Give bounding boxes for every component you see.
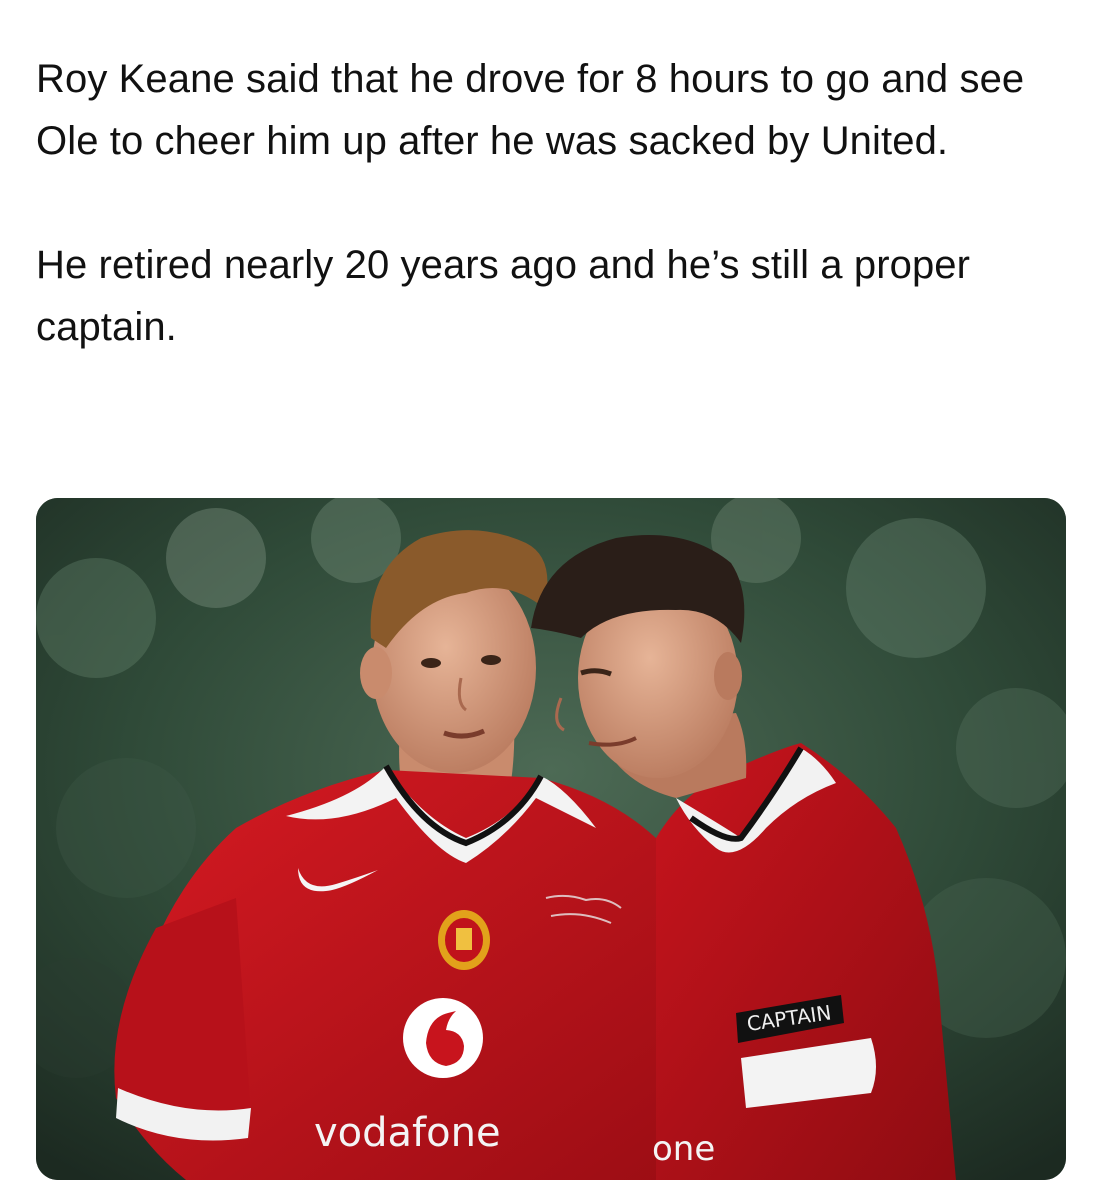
sponsor-text: vodafone (314, 1110, 501, 1156)
post-photo[interactable]: vodafone CAPTAIN one (36, 498, 1066, 1180)
football-players-image: vodafone CAPTAIN one (36, 498, 1066, 1180)
vodafone-logo-icon (403, 998, 483, 1078)
post-paragraph-1: Roy Keane said that he drove for 8 hours… (36, 57, 1025, 163)
club-crest-icon (438, 910, 490, 970)
sponsor-text-partial: one (652, 1129, 715, 1169)
post-text: Roy Keane said that he drove for 8 hours… (36, 48, 1056, 358)
post-paragraph-2: He retired nearly 20 years ago and he’s … (36, 243, 971, 349)
